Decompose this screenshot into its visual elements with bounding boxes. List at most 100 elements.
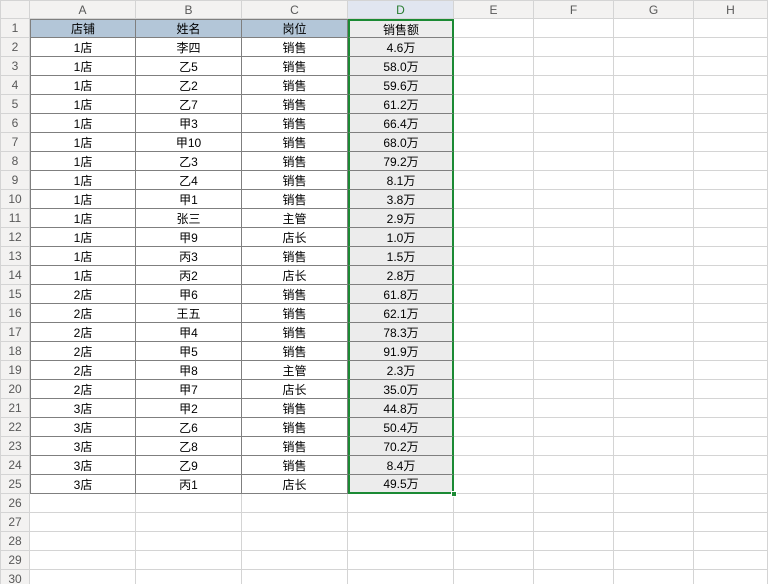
cell-E24[interactable] bbox=[454, 456, 534, 475]
cell-F10[interactable] bbox=[534, 190, 614, 209]
cell-A18[interactable]: 2店 bbox=[30, 342, 136, 361]
row-header-23[interactable]: 23 bbox=[0, 437, 30, 456]
cell-D26[interactable] bbox=[348, 494, 454, 513]
cell-H16[interactable] bbox=[694, 304, 768, 323]
cell-D19[interactable]: 2.3万 bbox=[348, 361, 454, 380]
cell-F19[interactable] bbox=[534, 361, 614, 380]
cell-G21[interactable] bbox=[614, 399, 694, 418]
cell-F12[interactable] bbox=[534, 228, 614, 247]
cell-C6[interactable]: 销售 bbox=[242, 114, 348, 133]
cell-D29[interactable] bbox=[348, 551, 454, 570]
cell-C2[interactable]: 销售 bbox=[242, 38, 348, 57]
cell-E13[interactable] bbox=[454, 247, 534, 266]
cell-F2[interactable] bbox=[534, 38, 614, 57]
cell-G1[interactable] bbox=[614, 19, 694, 38]
row-header-13[interactable]: 13 bbox=[0, 247, 30, 266]
row-header-21[interactable]: 21 bbox=[0, 399, 30, 418]
row-header-25[interactable]: 25 bbox=[0, 475, 30, 494]
cell-B25[interactable]: 丙1 bbox=[136, 475, 242, 494]
cell-B18[interactable]: 甲5 bbox=[136, 342, 242, 361]
cell-A19[interactable]: 2店 bbox=[30, 361, 136, 380]
row-header-2[interactable]: 2 bbox=[0, 38, 30, 57]
cell-F16[interactable] bbox=[534, 304, 614, 323]
row-header-11[interactable]: 11 bbox=[0, 209, 30, 228]
cell-G6[interactable] bbox=[614, 114, 694, 133]
cell-H7[interactable] bbox=[694, 133, 768, 152]
cell-B3[interactable]: 乙5 bbox=[136, 57, 242, 76]
cell-G4[interactable] bbox=[614, 76, 694, 95]
cell-B5[interactable]: 乙7 bbox=[136, 95, 242, 114]
cell-G30[interactable] bbox=[614, 570, 694, 584]
cell-E4[interactable] bbox=[454, 76, 534, 95]
cell-H30[interactable] bbox=[694, 570, 768, 584]
cell-H11[interactable] bbox=[694, 209, 768, 228]
cell-D3[interactable]: 58.0万 bbox=[348, 57, 454, 76]
cell-A9[interactable]: 1店 bbox=[30, 171, 136, 190]
cell-E28[interactable] bbox=[454, 532, 534, 551]
cell-D8[interactable]: 79.2万 bbox=[348, 152, 454, 171]
column-header-B[interactable]: B bbox=[136, 0, 242, 19]
cell-E18[interactable] bbox=[454, 342, 534, 361]
column-header-F[interactable]: F bbox=[534, 0, 614, 19]
cell-H14[interactable] bbox=[694, 266, 768, 285]
cell-F1[interactable] bbox=[534, 19, 614, 38]
cell-E27[interactable] bbox=[454, 513, 534, 532]
cell-B14[interactable]: 丙2 bbox=[136, 266, 242, 285]
cell-H8[interactable] bbox=[694, 152, 768, 171]
cell-C27[interactable] bbox=[242, 513, 348, 532]
cell-G25[interactable] bbox=[614, 475, 694, 494]
cell-F20[interactable] bbox=[534, 380, 614, 399]
cell-D30[interactable] bbox=[348, 570, 454, 584]
row-header-18[interactable]: 18 bbox=[0, 342, 30, 361]
cell-E16[interactable] bbox=[454, 304, 534, 323]
cell-G11[interactable] bbox=[614, 209, 694, 228]
cell-B23[interactable]: 乙8 bbox=[136, 437, 242, 456]
cell-F3[interactable] bbox=[534, 57, 614, 76]
cell-A24[interactable]: 3店 bbox=[30, 456, 136, 475]
cell-F30[interactable] bbox=[534, 570, 614, 584]
cell-B12[interactable]: 甲9 bbox=[136, 228, 242, 247]
row-header-14[interactable]: 14 bbox=[0, 266, 30, 285]
cell-G9[interactable] bbox=[614, 171, 694, 190]
cell-D24[interactable]: 8.4万 bbox=[348, 456, 454, 475]
cell-E29[interactable] bbox=[454, 551, 534, 570]
cell-D21[interactable]: 44.8万 bbox=[348, 399, 454, 418]
cell-H6[interactable] bbox=[694, 114, 768, 133]
cell-A29[interactable] bbox=[30, 551, 136, 570]
cell-B19[interactable]: 甲8 bbox=[136, 361, 242, 380]
cell-E5[interactable] bbox=[454, 95, 534, 114]
cell-D25[interactable]: 49.5万 bbox=[348, 475, 454, 494]
cell-G7[interactable] bbox=[614, 133, 694, 152]
cell-C23[interactable]: 销售 bbox=[242, 437, 348, 456]
cell-D12[interactable]: 1.0万 bbox=[348, 228, 454, 247]
cell-C11[interactable]: 主管 bbox=[242, 209, 348, 228]
cell-G27[interactable] bbox=[614, 513, 694, 532]
cell-G8[interactable] bbox=[614, 152, 694, 171]
cell-C9[interactable]: 销售 bbox=[242, 171, 348, 190]
cell-D13[interactable]: 1.5万 bbox=[348, 247, 454, 266]
cell-F22[interactable] bbox=[534, 418, 614, 437]
cell-B6[interactable]: 甲3 bbox=[136, 114, 242, 133]
cell-G15[interactable] bbox=[614, 285, 694, 304]
row-header-7[interactable]: 7 bbox=[0, 133, 30, 152]
cell-G10[interactable] bbox=[614, 190, 694, 209]
row-header-8[interactable]: 8 bbox=[0, 152, 30, 171]
cell-H2[interactable] bbox=[694, 38, 768, 57]
cell-H23[interactable] bbox=[694, 437, 768, 456]
grid[interactable]: ABCDEFGH1店铺姓名岗位销售额21店李四销售4.6万31店乙5销售58.0… bbox=[0, 0, 770, 584]
cell-H4[interactable] bbox=[694, 76, 768, 95]
cell-D4[interactable]: 59.6万 bbox=[348, 76, 454, 95]
cell-E25[interactable] bbox=[454, 475, 534, 494]
row-header-30[interactable]: 30 bbox=[0, 570, 30, 584]
cell-B15[interactable]: 甲6 bbox=[136, 285, 242, 304]
cell-G13[interactable] bbox=[614, 247, 694, 266]
cell-E30[interactable] bbox=[454, 570, 534, 584]
cell-H9[interactable] bbox=[694, 171, 768, 190]
select-all-corner[interactable] bbox=[0, 0, 30, 19]
cell-D23[interactable]: 70.2万 bbox=[348, 437, 454, 456]
cell-F6[interactable] bbox=[534, 114, 614, 133]
cell-A15[interactable]: 2店 bbox=[30, 285, 136, 304]
cell-D22[interactable]: 50.4万 bbox=[348, 418, 454, 437]
cell-F15[interactable] bbox=[534, 285, 614, 304]
cell-A22[interactable]: 3店 bbox=[30, 418, 136, 437]
